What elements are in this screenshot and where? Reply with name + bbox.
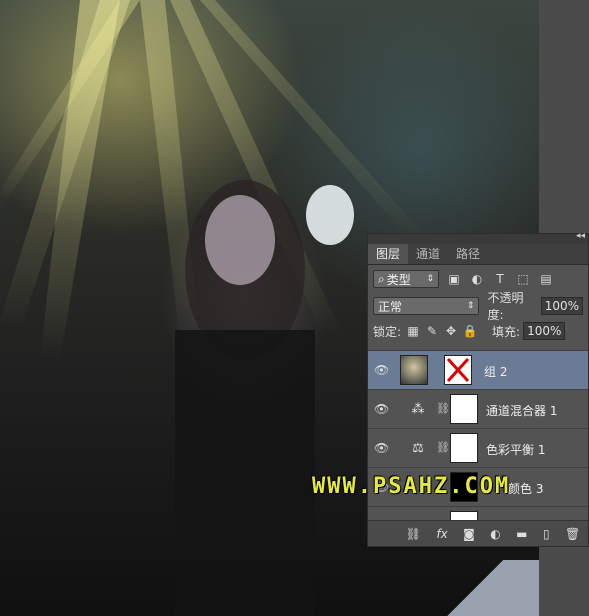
adjustment-filter-icon[interactable]: ◐ xyxy=(469,271,485,287)
link-icon[interactable]: ⛓ xyxy=(436,402,450,415)
shape-filter-icon[interactable]: ⬚ xyxy=(515,271,531,287)
channel-mixer-icon: ⁂ xyxy=(411,402,425,417)
mask-thumbnail[interactable] xyxy=(450,394,478,424)
link-icon[interactable]: ⛓ xyxy=(436,441,450,454)
tab-paths[interactable]: 路径 xyxy=(448,244,488,264)
group-thumbnail xyxy=(400,355,428,385)
tab-layers[interactable]: 图层 xyxy=(368,244,409,264)
blend-mode-select[interactable]: 正常 ⇕ xyxy=(373,297,480,315)
dropdown-icon: ⇕ xyxy=(426,274,434,284)
eye-icon[interactable]: 👁 xyxy=(374,441,390,455)
lock-move-icon[interactable]: ✥ xyxy=(443,323,459,339)
lock-label: 锁定: xyxy=(373,324,402,339)
panel-footer: ⛓ fx ◙ ◐ ▬ ▯ 🗑 xyxy=(368,520,588,546)
eye-icon[interactable]: 👁 xyxy=(374,363,390,377)
mask-thumbnail[interactable] xyxy=(450,433,478,463)
filter-kind-select[interactable]: ⌕ 类型 ⇕ xyxy=(373,270,439,288)
new-group-icon[interactable]: ▬ xyxy=(516,527,527,541)
blend-mode-value: 正常 xyxy=(378,299,403,314)
search-icon: ⌕ xyxy=(378,271,385,286)
fx-icon[interactable]: fx xyxy=(436,527,447,541)
fill-input[interactable]: 100% xyxy=(523,322,566,340)
lock-all-icon[interactable]: 🔒 xyxy=(462,323,478,339)
new-adjustment-icon[interactable]: ◐ xyxy=(490,527,500,541)
layers-panel: ◂◂ 图层 通道 路径 ⌕ 类型 ⇕ ▣ ◐ T ⬚ ▤ 正常 ⇕ 不透明度: … xyxy=(367,231,589,547)
fill-label: 填充: xyxy=(492,324,521,339)
filter-row: ⌕ 类型 ⇕ ▣ ◐ T ⬚ ▤ xyxy=(368,265,588,293)
layer-name[interactable]: 组 2 xyxy=(484,363,507,380)
filter-kind-label: 类型 xyxy=(386,272,411,287)
smart-object-filter-icon[interactable]: ▤ xyxy=(538,271,554,287)
lock-brush-icon[interactable]: ✎ xyxy=(424,323,440,339)
type-filter-icon[interactable]: T xyxy=(492,271,508,287)
image-filter-icon[interactable]: ▣ xyxy=(446,271,462,287)
layer-row-group-2[interactable]: 👁 组 2 xyxy=(368,350,588,389)
lock-row: 锁定: ▦ ✎ ✥ 🔒 填充: 100% xyxy=(368,319,588,343)
mask-thumbnail-disabled[interactable] xyxy=(444,355,472,385)
lock-transparent-icon[interactable]: ▦ xyxy=(405,323,421,339)
dropdown-icon: ⇕ xyxy=(466,301,475,311)
eye-icon[interactable]: 👁 xyxy=(374,402,390,416)
collapse-icon[interactable]: ◂◂ xyxy=(576,231,585,241)
panel-titlebar[interactable]: ◂◂ xyxy=(368,231,588,244)
add-mask-icon[interactable]: ◙ xyxy=(463,527,475,541)
link-layers-icon[interactable]: ⛓ xyxy=(406,527,421,541)
tab-channels[interactable]: 通道 xyxy=(408,244,448,264)
layer-name[interactable]: 颜色 3 xyxy=(508,480,543,497)
layer-row-channel-mixer[interactable]: 👁 ⁂ ⛓ 通道混合器 1 xyxy=(368,389,588,428)
disabled-mask-icon xyxy=(446,357,470,383)
delete-layer-icon[interactable]: 🗑 xyxy=(565,527,580,541)
opacity-input[interactable]: 100% xyxy=(540,297,583,315)
new-layer-icon[interactable]: ▯ xyxy=(543,527,550,541)
opacity-label: 不透明度: xyxy=(487,291,524,322)
watermark-text: WWW.PSAHZ.COM xyxy=(312,474,511,499)
layer-name[interactable]: 色彩平衡 1 xyxy=(486,441,545,458)
panel-tabs: 图层 通道 路径 xyxy=(368,244,588,265)
canvas-corner xyxy=(410,560,539,616)
blend-row: 正常 ⇕ 不透明度: 100% xyxy=(368,291,588,322)
color-balance-icon: ⚖ xyxy=(412,441,424,456)
layer-name[interactable]: 通道混合器 1 xyxy=(486,402,557,419)
layer-row-color-balance[interactable]: 👁 ⚖ ⛓ 色彩平衡 1 xyxy=(368,428,588,467)
